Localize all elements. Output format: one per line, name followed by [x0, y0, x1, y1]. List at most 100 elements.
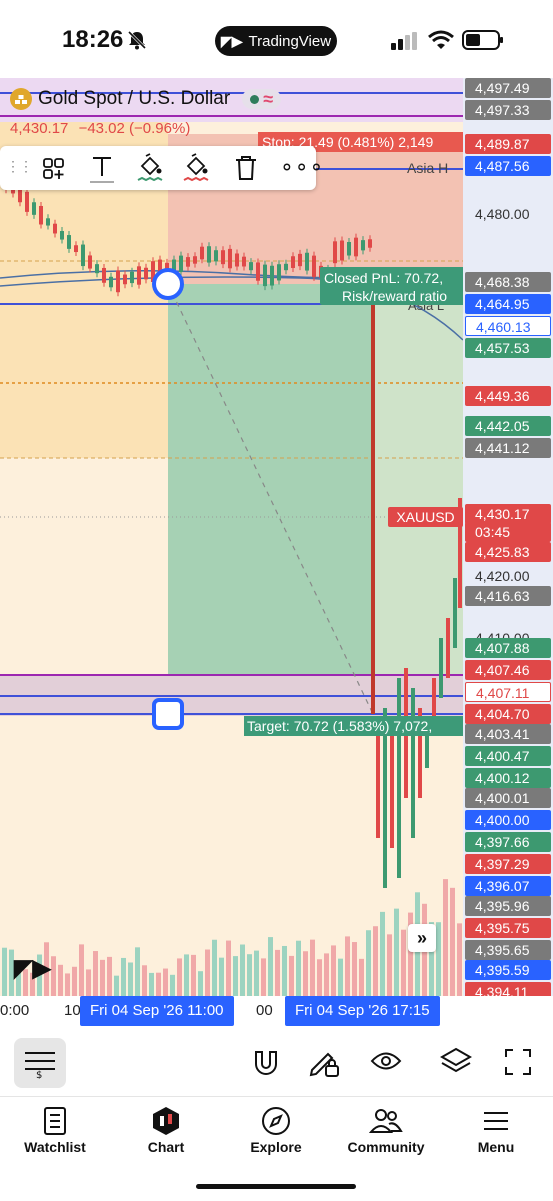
price-label: 4,449.36	[465, 386, 551, 406]
candle-body	[235, 253, 239, 267]
volume-bar	[331, 945, 336, 996]
volume-bar	[51, 956, 56, 996]
nav-watchlist[interactable]: Watchlist	[5, 1103, 105, 1155]
price-label: 4,400.01	[465, 788, 551, 808]
volume-bar	[289, 955, 294, 996]
drawing-tools-button[interactable]: $	[14, 1038, 66, 1088]
volume-bar	[401, 929, 406, 996]
price-label: 4,464.95	[465, 294, 551, 314]
closed-pnl-label[interactable]: Closed PnL: 70.72, Risk/reward ratio	[320, 267, 463, 305]
eye-icon[interactable]	[370, 1050, 402, 1072]
candle-body	[347, 241, 351, 256]
chart-tools-bar: $	[0, 1036, 553, 1096]
price-label: 4,457.53	[465, 338, 551, 358]
bell-slash-icon	[127, 30, 147, 50]
volume-bar	[205, 949, 210, 996]
candle-body	[32, 202, 36, 215]
candle-body	[60, 231, 64, 240]
double-chevron-right-icon: »	[416, 927, 427, 948]
volume-bar	[338, 958, 343, 996]
chart-drawing[interactable]	[0, 78, 463, 996]
drawing-toolbar: ⋮⋮ ∘∘∘	[0, 146, 323, 190]
candle-body	[207, 246, 211, 263]
target-handle[interactable]	[152, 698, 184, 730]
drag-handle-icon[interactable]: ⋮⋮	[6, 158, 33, 175]
nav-menu[interactable]: Menu	[446, 1103, 546, 1155]
price-axis[interactable]: 4,497.49 4,497.33 4,489.87 4,487.56 4,480.00…	[463, 78, 553, 996]
price-label: 4,407.88	[465, 638, 551, 658]
symbol-price-tag: XAUUSD	[388, 507, 463, 527]
volume-bar	[177, 958, 182, 996]
volume-bar	[135, 947, 140, 996]
time-axis[interactable]: 0:00 10 Fri 04 Sep '26 11:00 00 Fri 04 S…	[0, 996, 463, 1030]
candle-body	[453, 578, 457, 648]
lock-drawing-icon[interactable]	[308, 1046, 340, 1078]
candle-body	[439, 638, 443, 698]
candle-body	[123, 274, 127, 285]
candle-body	[376, 718, 380, 838]
market-open-dot	[250, 94, 260, 104]
candle-body	[354, 237, 358, 257]
symbol-header[interactable]: Gold Spot / U.S. Dollar ≈	[10, 88, 282, 110]
time-range-start-label[interactable]: Fri 04 Sep '26 11:00	[80, 996, 234, 1026]
layers-icon[interactable]	[440, 1046, 472, 1076]
volume-bar	[345, 936, 350, 996]
volume-bar	[93, 951, 98, 996]
price-label: 4,441.12	[465, 438, 551, 458]
volume-bar	[296, 940, 301, 996]
fullscreen-icon[interactable]	[504, 1048, 532, 1076]
volume-bar	[275, 949, 280, 996]
time-tick-mid-b: 00	[256, 1002, 273, 1019]
magnet-icon[interactable]	[252, 1048, 280, 1078]
volume-bar	[233, 956, 238, 996]
more-options-icon[interactable]: ∘∘∘	[280, 154, 324, 180]
volume-bar	[387, 934, 392, 996]
chart-canvas[interactable]: Gold Spot / U.S. Dollar ≈ 4,430.17 −43.0…	[0, 78, 463, 996]
candle-body	[67, 235, 71, 249]
price-label: 4,395.59	[465, 960, 551, 980]
gold-icon	[10, 88, 32, 110]
price-label: 4,480.00	[475, 206, 530, 222]
volume-bar	[163, 968, 168, 996]
status-time: 18:26	[62, 26, 124, 53]
time-range-end-label[interactable]: Fri 04 Sep '26 17:15	[285, 996, 440, 1026]
candle-body	[333, 241, 337, 264]
nav-chart[interactable]: Chart	[116, 1103, 216, 1155]
nav-explore[interactable]: Explore	[226, 1103, 326, 1155]
symbol-title: Gold Spot / U.S. Dollar	[38, 88, 231, 109]
volume-bar	[457, 923, 462, 996]
object-tree-icon[interactable]	[42, 157, 66, 181]
nav-community[interactable]: Community	[336, 1103, 436, 1155]
candle-body	[179, 255, 183, 273]
volume-bar	[121, 957, 126, 996]
price-label: 4,407.46	[465, 660, 551, 680]
fill-color-icon[interactable]	[182, 152, 210, 184]
candle-body	[130, 271, 134, 284]
volume-bar	[184, 954, 189, 996]
trash-icon[interactable]	[234, 155, 258, 181]
candle-body	[270, 265, 274, 286]
volume-bar	[240, 944, 245, 996]
drawing-tools-icon: $	[25, 1052, 55, 1079]
line-color-icon[interactable]	[136, 152, 164, 184]
volume-bar	[226, 940, 231, 996]
volume-bar	[380, 911, 385, 996]
candle-body	[46, 218, 50, 226]
scroll-to-realtime-button[interactable]: »	[408, 924, 436, 952]
app-pill-label: TradingView	[248, 32, 332, 50]
app-pill[interactable]: ◤▶ TradingView	[215, 26, 337, 56]
price-label: 4,425.83	[465, 542, 551, 562]
market-status-badge[interactable]: ≈	[242, 89, 282, 109]
volume-bar	[72, 966, 77, 996]
candle-body	[200, 246, 204, 260]
price-label: 4,497.49	[465, 78, 551, 98]
volume-bar	[373, 926, 378, 996]
volume-bar	[436, 922, 441, 996]
target-label[interactable]: Target: 70.72 (1.583%) 7,072,	[244, 716, 463, 736]
entry-handle[interactable]	[152, 268, 184, 300]
text-tool-icon[interactable]	[88, 154, 116, 184]
tradingview-watermark-icon: ◤▶	[14, 955, 51, 982]
home-indicator	[196, 1184, 356, 1189]
volume-bar	[310, 939, 315, 996]
candle-body	[446, 618, 450, 678]
